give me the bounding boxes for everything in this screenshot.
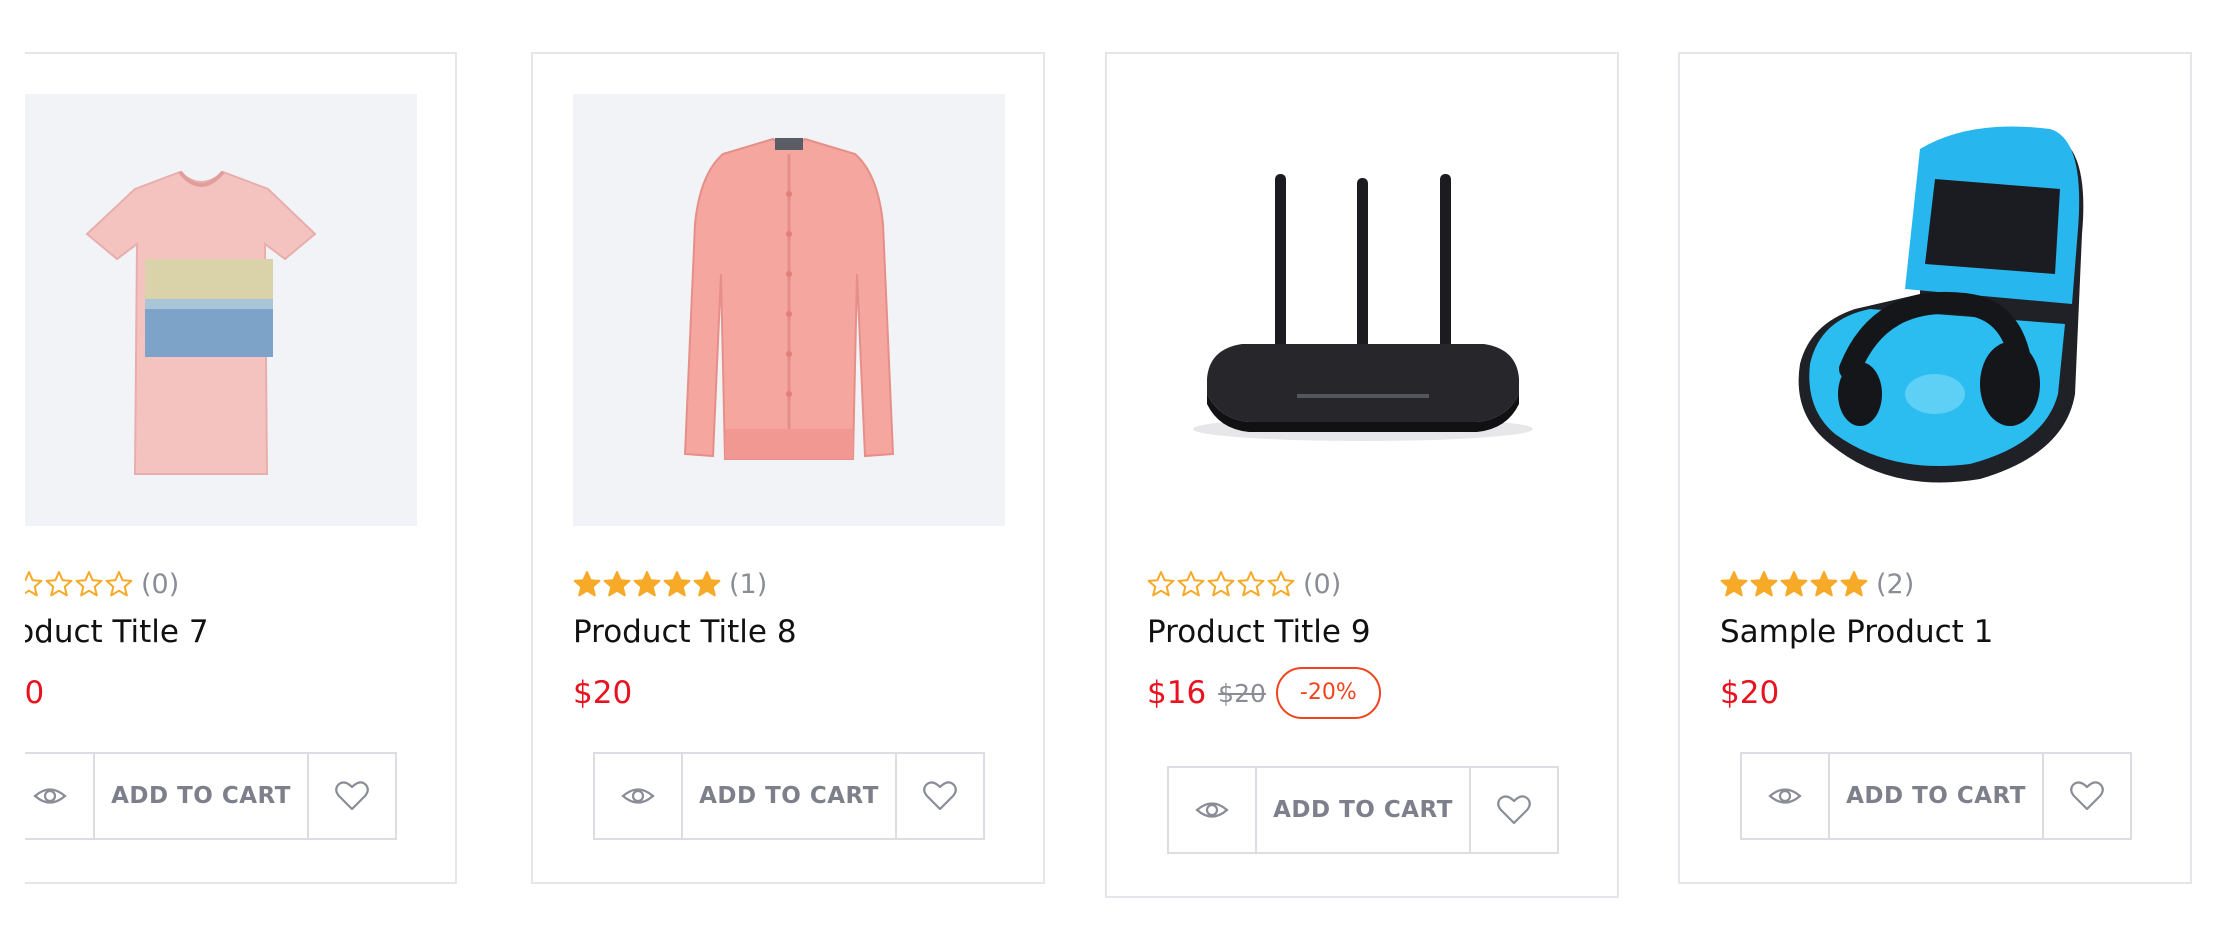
product-card[interactable]: (0) Product Title 9 $16 $20 -20% ADD TO … xyxy=(1105,52,1619,898)
star-outline-icon xyxy=(45,571,73,597)
quickview-button[interactable] xyxy=(1742,754,1830,838)
product-image[interactable] xyxy=(25,94,417,526)
rating-count: (0) xyxy=(141,568,180,600)
headphones-in-case-image xyxy=(1720,94,2152,526)
price-row: $20 xyxy=(1720,666,1779,720)
rating: (2) xyxy=(1720,564,1914,604)
eye-icon xyxy=(1195,802,1229,818)
star-outline-icon xyxy=(25,571,43,597)
star-filled-icon xyxy=(1780,571,1808,597)
product-actions: ADD TO CART xyxy=(1167,766,1559,854)
add-to-cart-button[interactable]: ADD TO CART xyxy=(683,754,897,838)
rating: (1) xyxy=(573,564,767,604)
price: $20 xyxy=(573,675,633,711)
rating-count: (1) xyxy=(729,568,768,600)
eye-icon xyxy=(1768,788,1802,804)
product-title[interactable]: Product Title 7 xyxy=(25,614,209,650)
pink-tshirt-image xyxy=(25,94,417,526)
product-image[interactable] xyxy=(1720,94,2152,526)
wishlist-button[interactable] xyxy=(1471,768,1557,852)
wishlist-button[interactable] xyxy=(897,754,983,838)
star-outline-icon xyxy=(1207,571,1235,597)
quickview-button[interactable] xyxy=(25,754,95,838)
star-outline-icon xyxy=(105,571,133,597)
star-filled-icon xyxy=(663,571,691,597)
heart-icon xyxy=(2070,781,2104,811)
rating: (0) xyxy=(1147,564,1341,604)
star-filled-icon xyxy=(573,571,601,597)
star-rating xyxy=(573,570,721,598)
price: $20 xyxy=(25,675,45,711)
star-filled-icon xyxy=(1810,571,1838,597)
eye-icon xyxy=(33,788,67,804)
price: $20 xyxy=(1720,675,1780,711)
product-card[interactable]: (0) Product Title 7 $20 ADD TO CART xyxy=(25,52,457,884)
star-filled-icon xyxy=(693,571,721,597)
star-filled-icon xyxy=(1720,571,1748,597)
wifi-router-image xyxy=(1147,94,1579,526)
star-filled-icon xyxy=(633,571,661,597)
heart-icon xyxy=(335,781,369,811)
quickview-button[interactable] xyxy=(595,754,683,838)
heart-icon xyxy=(923,781,957,811)
product-title[interactable]: Sample Product 1 xyxy=(1720,614,1993,650)
old-price: $20 xyxy=(1218,678,1266,708)
star-outline-icon xyxy=(1267,571,1295,597)
product-image[interactable] xyxy=(573,94,1005,526)
product-carousel: (0) Product Title 7 $20 ADD TO CART xyxy=(25,0,2238,938)
product-title[interactable]: Product Title 8 xyxy=(573,614,797,650)
star-outline-icon xyxy=(75,571,103,597)
product-card[interactable]: (1) Product Title 8 $20 ADD TO CART xyxy=(531,52,1045,884)
heart-icon xyxy=(1497,795,1531,825)
pink-cardigan-image xyxy=(573,94,1005,526)
star-outline-icon xyxy=(1177,571,1205,597)
star-rating xyxy=(1720,570,1868,598)
price: $16 xyxy=(1147,675,1207,711)
quickview-button[interactable] xyxy=(1169,768,1257,852)
rating: (0) xyxy=(25,564,179,604)
add-to-cart-button[interactable]: ADD TO CART xyxy=(1830,754,2044,838)
discount-badge: -20% xyxy=(1275,667,1381,719)
star-outline-icon xyxy=(1237,571,1265,597)
rating-count: (0) xyxy=(1303,568,1342,600)
star-filled-icon xyxy=(1750,571,1778,597)
star-rating xyxy=(1147,570,1295,598)
product-card[interactable]: (2) Sample Product 1 $20 ADD TO CART xyxy=(1678,52,2192,884)
price-row: $20 xyxy=(25,666,44,720)
product-actions: ADD TO CART xyxy=(25,752,397,840)
product-actions: ADD TO CART xyxy=(1740,752,2132,840)
add-to-cart-button[interactable]: ADD TO CART xyxy=(1257,768,1471,852)
price-row: $16 $20 -20% xyxy=(1147,666,1381,720)
star-filled-icon xyxy=(603,571,631,597)
wishlist-button[interactable] xyxy=(2044,754,2130,838)
wishlist-button[interactable] xyxy=(309,754,395,838)
product-actions: ADD TO CART xyxy=(593,752,985,840)
star-filled-icon xyxy=(1840,571,1868,597)
star-outline-icon xyxy=(1147,571,1175,597)
star-rating xyxy=(25,570,133,598)
product-image[interactable] xyxy=(1147,94,1579,526)
product-title[interactable]: Product Title 9 xyxy=(1147,614,1371,650)
rating-count: (2) xyxy=(1876,568,1915,600)
add-to-cart-button[interactable]: ADD TO CART xyxy=(95,754,309,838)
price-row: $20 xyxy=(573,666,632,720)
eye-icon xyxy=(621,788,655,804)
